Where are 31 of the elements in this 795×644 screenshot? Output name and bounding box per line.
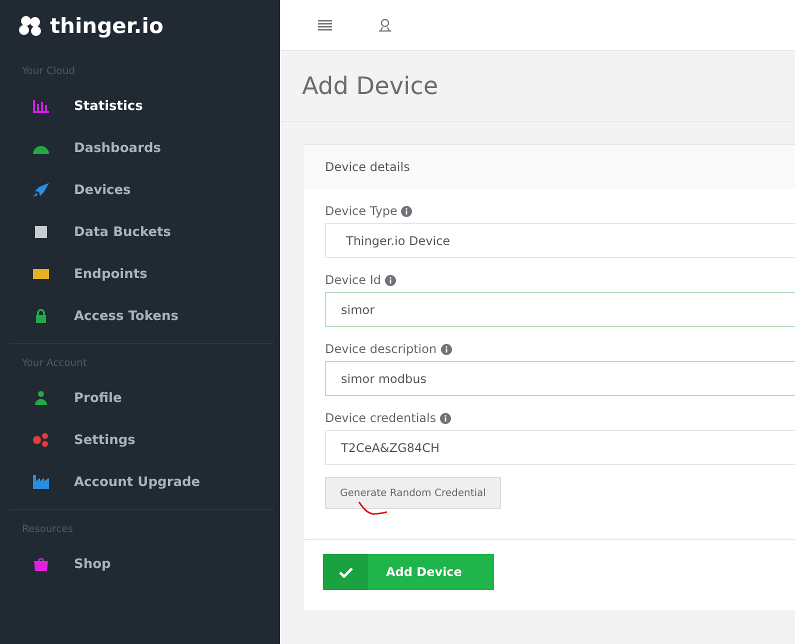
sidebar-item[interactable]: Devices <box>10 169 280 211</box>
sidebar-item[interactable]: Endpoints <box>10 253 280 295</box>
info-icon <box>440 412 452 424</box>
sidebar-item[interactable]: Settings <box>10 419 274 461</box>
logo-icon <box>18 15 44 37</box>
field-label: Device Id <box>325 273 382 287</box>
sidebar-item[interactable]: Account Upgrade <box>10 461 274 503</box>
generate-credential-button[interactable]: Generate Random Credential <box>325 477 501 509</box>
info-icon <box>440 344 452 354</box>
input-field[interactable]: T2CeA&ZG84CH <box>325 430 795 465</box>
annotation-scribble <box>357 501 389 517</box>
field-label: Device Type <box>325 204 398 218</box>
info-icon <box>385 274 396 286</box>
field-label: Device credentials <box>325 411 436 425</box>
logo-text: thinger.io <box>50 14 164 38</box>
sidebar-item[interactable]: Access Tokens <box>10 295 280 337</box>
sidebar-item[interactable]: Statistics <box>10 85 280 127</box>
sidebar-item[interactable]: Data Buckets <box>10 211 280 253</box>
panel-title: Device details <box>325 160 410 174</box>
device-type-dropdown[interactable]: Thinger.io Device <box>325 223 795 258</box>
input-field[interactable]: simor modbus <box>325 361 795 396</box>
info-icon <box>401 206 412 216</box>
field-label: Device description <box>325 342 437 356</box>
menu-icon[interactable] <box>318 19 332 31</box>
sidebar-item[interactable]: Dashboards <box>10 127 280 169</box>
input-field[interactable]: simor <box>325 292 795 327</box>
sidebar-item[interactable]: Shop <box>10 543 274 585</box>
user-icon[interactable] <box>378 18 392 32</box>
page-title: Add Device <box>302 72 438 100</box>
sidebar-item[interactable]: Profile <box>10 377 274 419</box>
check-icon <box>338 566 352 578</box>
